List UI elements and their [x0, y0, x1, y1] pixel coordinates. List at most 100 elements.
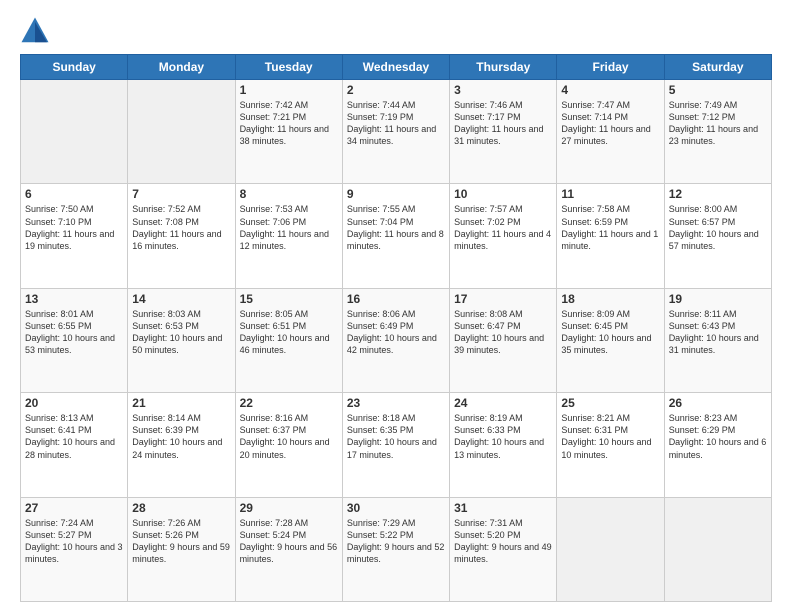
day-number: 26 [669, 396, 767, 410]
calendar-cell: 26 Sunrise: 8:23 AMSunset: 6:29 PMDayligh… [664, 393, 771, 497]
weekday-sunday: Sunday [21, 55, 128, 80]
weekday-monday: Monday [128, 55, 235, 80]
cell-info: Sunrise: 7:28 AMSunset: 5:24 PMDaylight:… [240, 517, 338, 566]
cell-info: Sunrise: 8:21 AMSunset: 6:31 PMDaylight:… [561, 412, 659, 461]
calendar-cell: 18 Sunrise: 8:09 AMSunset: 6:45 PMDayligh… [557, 288, 664, 392]
calendar-cell: 23 Sunrise: 8:18 AMSunset: 6:35 PMDayligh… [342, 393, 449, 497]
cell-info: Sunrise: 7:44 AMSunset: 7:19 PMDaylight:… [347, 99, 445, 148]
day-number: 4 [561, 83, 659, 97]
logo [20, 16, 54, 46]
cell-info: Sunrise: 8:14 AMSunset: 6:39 PMDaylight:… [132, 412, 230, 461]
calendar-cell: 19 Sunrise: 8:11 AMSunset: 6:43 PMDayligh… [664, 288, 771, 392]
calendar-cell: 10Sunrise: 7:57 AMSunset: 7:02 PMDayligh… [450, 184, 557, 288]
cell-info: Sunrise: 8:09 AMSunset: 6:45 PMDaylight:… [561, 308, 659, 357]
cell-info: Sunrise: 7:46 AMSunset: 7:17 PMDaylight:… [454, 99, 552, 148]
cell-info: Sunrise: 7:47 AMSunset: 7:14 PMDaylight:… [561, 99, 659, 148]
calendar-cell: 15 Sunrise: 8:05 AMSunset: 6:51 PMDayligh… [235, 288, 342, 392]
day-number: 2 [347, 83, 445, 97]
calendar-cell: 30Sunrise: 7:29 AMSunset: 5:22 PMDayligh… [342, 497, 449, 601]
calendar-cell: 5 Sunrise: 7:49 AMSunset: 7:12 PMDaylight… [664, 80, 771, 184]
calendar-cell: 22Sunrise: 8:16 AMSunset: 6:37 PMDayligh… [235, 393, 342, 497]
page: SundayMondayTuesdayWednesdayThursdayFrid… [0, 0, 792, 612]
day-number: 16 [347, 292, 445, 306]
cell-info: Sunrise: 7:49 AMSunset: 7:12 PMDaylight:… [669, 99, 767, 148]
week-row-3: 13 Sunrise: 8:01 AMSunset: 6:55 PMDayligh… [21, 288, 772, 392]
day-number: 7 [132, 187, 230, 201]
cell-info: Sunrise: 8:08 AMSunset: 6:47 PMDaylight:… [454, 308, 552, 357]
calendar-cell: 17 Sunrise: 8:08 AMSunset: 6:47 PMDayligh… [450, 288, 557, 392]
calendar-cell: 31Sunrise: 7:31 AMSunset: 5:20 PMDayligh… [450, 497, 557, 601]
weekday-friday: Friday [557, 55, 664, 80]
day-number: 19 [669, 292, 767, 306]
calendar-cell: 14 Sunrise: 8:03 AMSunset: 6:53 PMDayligh… [128, 288, 235, 392]
cell-info: Sunrise: 7:52 AMSunset: 7:08 PMDaylight:… [132, 203, 230, 252]
calendar-cell [664, 497, 771, 601]
cell-info: Sunrise: 8:23 AMSunset: 6:29 PMDaylight:… [669, 412, 767, 461]
calendar-cell: 16 Sunrise: 8:06 AMSunset: 6:49 PMDayligh… [342, 288, 449, 392]
day-number: 8 [240, 187, 338, 201]
weekday-tuesday: Tuesday [235, 55, 342, 80]
day-number: 27 [25, 501, 123, 515]
calendar-cell: 3 Sunrise: 7:46 AMSunset: 7:17 PMDaylight… [450, 80, 557, 184]
cell-info: Sunrise: 8:13 AMSunset: 6:41 PMDaylight:… [25, 412, 123, 461]
day-number: 13 [25, 292, 123, 306]
calendar-cell: 24Sunrise: 8:19 AMSunset: 6:33 PMDayligh… [450, 393, 557, 497]
day-number: 23 [347, 396, 445, 410]
calendar-cell: 2 Sunrise: 7:44 AMSunset: 7:19 PMDaylight… [342, 80, 449, 184]
calendar-cell: 6 Sunrise: 7:50 AMSunset: 7:10 PMDaylight… [21, 184, 128, 288]
calendar-cell: 28Sunrise: 7:26 AMSunset: 5:26 PMDayligh… [128, 497, 235, 601]
calendar-cell: 27Sunrise: 7:24 AMSunset: 5:27 PMDayligh… [21, 497, 128, 601]
weekday-thursday: Thursday [450, 55, 557, 80]
week-row-2: 6 Sunrise: 7:50 AMSunset: 7:10 PMDaylight… [21, 184, 772, 288]
cell-info: Sunrise: 7:50 AMSunset: 7:10 PMDaylight:… [25, 203, 123, 252]
cell-info: Sunrise: 7:57 AMSunset: 7:02 PMDaylight:… [454, 203, 552, 252]
weekday-wednesday: Wednesday [342, 55, 449, 80]
calendar-cell: 1 Sunrise: 7:42 AMSunset: 7:21 PMDaylight… [235, 80, 342, 184]
day-number: 11 [561, 187, 659, 201]
day-number: 18 [561, 292, 659, 306]
week-row-5: 27Sunrise: 7:24 AMSunset: 5:27 PMDayligh… [21, 497, 772, 601]
cell-info: Sunrise: 8:05 AMSunset: 6:51 PMDaylight:… [240, 308, 338, 357]
cell-info: Sunrise: 8:01 AMSunset: 6:55 PMDaylight:… [25, 308, 123, 357]
day-number: 15 [240, 292, 338, 306]
cell-info: Sunrise: 7:26 AMSunset: 5:26 PMDaylight:… [132, 517, 230, 566]
calendar-cell: 9Sunrise: 7:55 AMSunset: 7:04 PMDaylight… [342, 184, 449, 288]
calendar-cell: 7 Sunrise: 7:52 AMSunset: 7:08 PMDaylight… [128, 184, 235, 288]
day-number: 25 [561, 396, 659, 410]
cell-info: Sunrise: 8:11 AMSunset: 6:43 PMDaylight:… [669, 308, 767, 357]
calendar-cell: 21 Sunrise: 8:14 AMSunset: 6:39 PMDayligh… [128, 393, 235, 497]
calendar-cell: 11 Sunrise: 7:58 AMSunset: 6:59 PMDayligh… [557, 184, 664, 288]
day-number: 21 [132, 396, 230, 410]
day-number: 1 [240, 83, 338, 97]
calendar-table: SundayMondayTuesdayWednesdayThursdayFrid… [20, 54, 772, 602]
calendar-cell: 25 Sunrise: 8:21 AMSunset: 6:31 PMDayligh… [557, 393, 664, 497]
day-number: 17 [454, 292, 552, 306]
header [20, 16, 772, 46]
day-number: 12 [669, 187, 767, 201]
day-number: 14 [132, 292, 230, 306]
cell-info: Sunrise: 8:03 AMSunset: 6:53 PMDaylight:… [132, 308, 230, 357]
logo-icon [20, 16, 50, 46]
cell-info: Sunrise: 7:53 AMSunset: 7:06 PMDaylight:… [240, 203, 338, 252]
cell-info: Sunrise: 8:19 AMSunset: 6:33 PMDaylight:… [454, 412, 552, 461]
cell-info: Sunrise: 7:29 AMSunset: 5:22 PMDaylight:… [347, 517, 445, 566]
calendar-cell: 12Sunrise: 8:00 AMSunset: 6:57 PMDayligh… [664, 184, 771, 288]
calendar-cell: 20 Sunrise: 8:13 AMSunset: 6:41 PMDayligh… [21, 393, 128, 497]
cell-info: Sunrise: 8:18 AMSunset: 6:35 PMDaylight:… [347, 412, 445, 461]
day-number: 29 [240, 501, 338, 515]
weekday-saturday: Saturday [664, 55, 771, 80]
day-number: 5 [669, 83, 767, 97]
day-number: 6 [25, 187, 123, 201]
calendar-cell: 4 Sunrise: 7:47 AMSunset: 7:14 PMDaylight… [557, 80, 664, 184]
day-number: 20 [25, 396, 123, 410]
cell-info: Sunrise: 8:16 AMSunset: 6:37 PMDaylight:… [240, 412, 338, 461]
cell-info: Sunrise: 7:31 AMSunset: 5:20 PMDaylight:… [454, 517, 552, 566]
cell-info: Sunrise: 8:06 AMSunset: 6:49 PMDaylight:… [347, 308, 445, 357]
calendar-cell: 29 Sunrise: 7:28 AMSunset: 5:24 PMDayligh… [235, 497, 342, 601]
calendar-cell: 13 Sunrise: 8:01 AMSunset: 6:55 PMDayligh… [21, 288, 128, 392]
calendar-cell [557, 497, 664, 601]
cell-info: Sunrise: 7:58 AMSunset: 6:59 PMDaylight:… [561, 203, 659, 252]
cell-info: Sunrise: 7:42 AMSunset: 7:21 PMDaylight:… [240, 99, 338, 148]
day-number: 3 [454, 83, 552, 97]
day-number: 9 [347, 187, 445, 201]
